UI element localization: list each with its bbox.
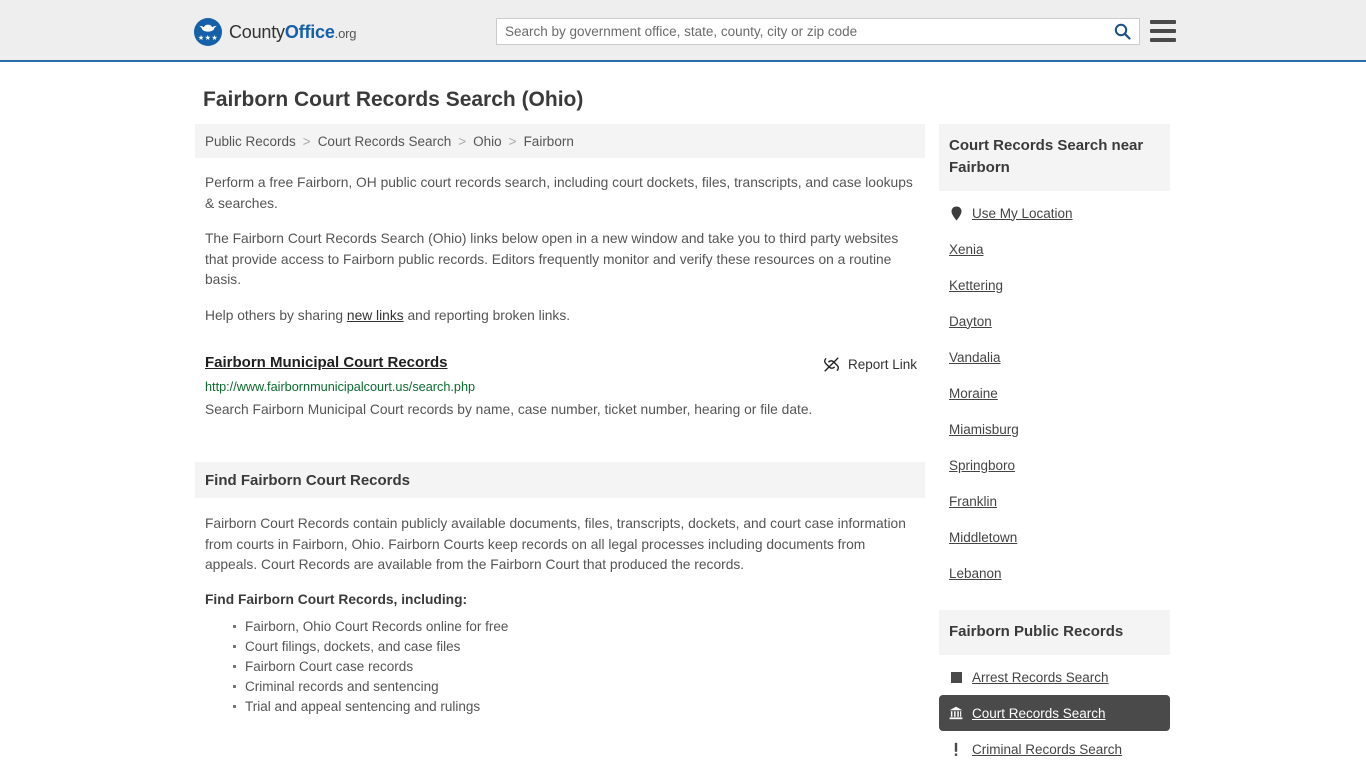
menu-bar-1	[1150, 20, 1176, 24]
map-pin-icon	[949, 205, 963, 221]
public-records-heading: Fairborn Public Records	[939, 610, 1170, 655]
sidebar-link-moraine[interactable]: Moraine	[949, 386, 998, 401]
sidebar-item-moraine[interactable]: Moraine	[939, 375, 1170, 411]
sidebar-item-middletown[interactable]: Middletown	[939, 519, 1170, 555]
countyoffice-eagle-logo-icon: ★★★	[194, 18, 222, 46]
brand-county: County	[229, 21, 285, 42]
search-input[interactable]	[497, 19, 1105, 44]
sidebar-link-criminal-records-search[interactable]: Criminal Records Search	[972, 742, 1122, 757]
list-item: Criminal records and sentencing	[233, 677, 925, 697]
brand-org: .org	[334, 25, 357, 41]
nearby-city-list: Use My Location Xenia Kettering Dayton V…	[939, 191, 1170, 591]
sidebar-item-springboro[interactable]: Springboro	[939, 447, 1170, 483]
intro-paragraph-1: Perform a free Fairborn, OH public court…	[205, 175, 913, 211]
list-item: Fairborn Court case records	[233, 657, 925, 677]
result-description: Search Fairborn Municipal Court records …	[205, 402, 813, 417]
bank-icon	[949, 705, 963, 721]
menu-bar-3	[1150, 38, 1176, 42]
nearby-search-heading: Court Records Search near Fairborn	[939, 124, 1170, 191]
intro-paragraph-3: Help others by sharing new links and rep…	[195, 306, 925, 327]
breadcrumb-item-public-records[interactable]: Public Records	[205, 134, 296, 149]
sidebar-item-miamisburg[interactable]: Miamisburg	[939, 411, 1170, 447]
link-result-item: Fairborn Municipal Court Records Report …	[195, 354, 925, 420]
find-section-heading: Find Fairborn Court Records	[195, 462, 925, 498]
sidebar-link-use-my-location[interactable]: Use My Location	[972, 206, 1073, 221]
site-header: ★★★ CountyOffice.org	[0, 0, 1366, 62]
breadcrumb-separator: >	[458, 133, 467, 149]
three-stars-icon: ★★★	[197, 35, 219, 42]
sidebar-link-xenia[interactable]: Xenia	[949, 242, 984, 257]
public-records-list: Arrest Records Search Court Records Sear…	[939, 655, 1170, 767]
sidebar-link-vandalia[interactable]: Vandalia	[949, 350, 1001, 365]
breadcrumb-separator: >	[302, 133, 311, 149]
search-icon	[1114, 23, 1131, 40]
sidebar-item-arrest-records-search[interactable]: Arrest Records Search	[939, 659, 1170, 695]
brand-wordmark: CountyOffice.org	[229, 22, 356, 43]
list-item: Court filings, dockets, and case files	[233, 637, 925, 657]
list-item: Trial and appeal sentencing and rulings	[233, 697, 925, 717]
search-bar[interactable]	[496, 18, 1140, 45]
intro-paragraph-2: The Fairborn Court Records Search (Ohio)…	[205, 231, 899, 287]
breadcrumb: Public Records > Court Records Search > …	[195, 124, 925, 158]
sidebar-item-kettering[interactable]: Kettering	[939, 267, 1170, 303]
sidebar-item-dayton[interactable]: Dayton	[939, 303, 1170, 339]
page-title: Fairborn Court Records Search (Ohio)	[203, 88, 584, 111]
search-button[interactable]	[1105, 19, 1139, 44]
breadcrumb-item-ohio[interactable]: Ohio	[473, 134, 502, 149]
menu-bar-2	[1150, 29, 1176, 33]
public-records-card: Fairborn Public Records Arrest Records S…	[939, 610, 1170, 767]
sidebar-link-dayton[interactable]: Dayton	[949, 314, 992, 329]
site-logo[interactable]: ★★★ CountyOffice.org	[194, 18, 356, 46]
exclamation-icon	[949, 741, 963, 757]
sidebar-item-court-records-search[interactable]: Court Records Search	[939, 695, 1170, 731]
sidebar-link-miamisburg[interactable]: Miamisburg	[949, 422, 1019, 437]
sidebar-item-franklin[interactable]: Franklin	[939, 483, 1170, 519]
sidebar-item-lebanon[interactable]: Lebanon	[939, 555, 1170, 591]
share-text-after: and reporting broken links.	[403, 307, 571, 323]
sidebar-item-criminal-records-search[interactable]: Criminal Records Search	[939, 731, 1170, 767]
breadcrumb-separator: >	[508, 133, 517, 149]
sidebar-item-vandalia[interactable]: Vandalia	[939, 339, 1170, 375]
list-item: Fairborn, Ohio Court Records online for …	[233, 617, 925, 637]
sidebar-link-franklin[interactable]: Franklin	[949, 494, 997, 509]
share-text-before: Help others by sharing	[205, 307, 347, 323]
sidebar-link-middletown[interactable]: Middletown	[949, 530, 1017, 545]
sidebar-link-kettering[interactable]: Kettering	[949, 278, 1003, 293]
find-section-subheading: Find Fairborn Court Records, including:	[205, 591, 468, 607]
brand-office: Office	[284, 21, 335, 42]
breadcrumb-item-fairborn: Fairborn	[523, 133, 574, 149]
result-title-link[interactable]: Fairborn Municipal Court Records	[205, 354, 448, 371]
breadcrumb-item-court-records-search[interactable]: Court Records Search	[318, 134, 452, 149]
find-records-section: Find Fairborn Court Records Fairborn Cou…	[195, 462, 925, 717]
find-records-list: Fairborn, Ohio Court Records online for …	[195, 617, 925, 717]
hamburger-menu-button[interactable]	[1150, 20, 1176, 42]
broken-link-icon	[823, 357, 839, 372]
sidebar-link-lebanon[interactable]: Lebanon	[949, 566, 1002, 581]
sidebar-link-court-records-search[interactable]: Court Records Search	[972, 706, 1106, 721]
main-content-column: Public Records > Court Records Search > …	[195, 124, 925, 717]
sidebar-item-xenia[interactable]: Xenia	[939, 231, 1170, 267]
sidebar-link-springboro[interactable]: Springboro	[949, 458, 1015, 473]
nearby-search-card: Court Records Search near Fairborn Use M…	[939, 124, 1170, 591]
result-url[interactable]: http://www.fairbornmunicipalcourt.us/sea…	[205, 380, 915, 394]
report-link-label: Report Link	[847, 357, 917, 372]
report-link-button[interactable]: Report Link	[823, 356, 917, 373]
sidebar: Court Records Search near Fairborn Use M…	[939, 124, 1170, 768]
sidebar-link-arrest-records-search[interactable]: Arrest Records Search	[972, 670, 1109, 685]
find-section-body: Fairborn Court Records contain publicly …	[205, 516, 906, 572]
square-icon	[949, 669, 963, 685]
new-links-link[interactable]: new links	[347, 308, 404, 323]
eagle-glyph-icon	[199, 24, 217, 32]
sidebar-item-use-my-location[interactable]: Use My Location	[939, 195, 1170, 231]
